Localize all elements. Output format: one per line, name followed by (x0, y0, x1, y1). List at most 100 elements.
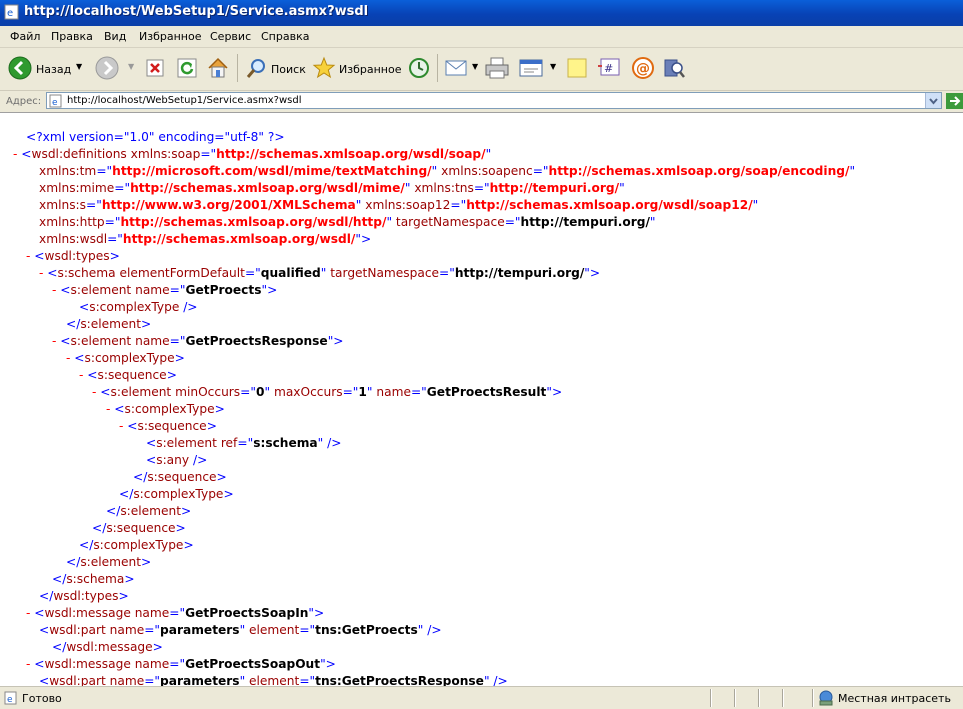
title-bar: e http://localhost/WebSetup1/Service.asm… (0, 0, 963, 26)
forward-arrow-icon[interactable] (95, 56, 119, 80)
xml-token: name (135, 334, 170, 348)
xml-token: http://schemas.xmlsoap.org/wsdl/http/ (120, 215, 387, 229)
menu-help[interactable]: Справка (261, 30, 309, 43)
xml-token: xmlns:s (39, 198, 87, 212)
menu-view[interactable]: Вид (104, 30, 126, 43)
print-icon[interactable] (484, 56, 510, 80)
history-icon[interactable] (407, 56, 431, 80)
address-dropdown-icon[interactable] (925, 93, 941, 108)
xml-token: =" (244, 266, 261, 280)
back-button[interactable]: Назад (36, 63, 71, 76)
xml-token: " (849, 164, 856, 178)
xml-token: "> (320, 657, 336, 671)
xml-token: name (109, 623, 145, 637)
xml-token: =" (342, 385, 359, 399)
menu-tools[interactable]: Сервис (210, 30, 251, 43)
forward-dropdown-icon[interactable]: ▼ (128, 62, 134, 71)
xml-token: =" (144, 674, 161, 686)
refresh-icon[interactable] (177, 58, 197, 78)
menu-favorites[interactable]: Избранное (139, 30, 201, 43)
xml-token: xmlns:soap12 (365, 198, 451, 212)
xml-token: "> (355, 232, 372, 246)
xml-line: <?xml version="1.0" encoding="utf-8" ?> (26, 129, 285, 146)
xml-document-view[interactable]: <?xml version="1.0" encoding="utf-8" ?> -… (0, 112, 963, 686)
xml-token: </ (39, 589, 54, 603)
svg-text:e: e (52, 98, 58, 108)
search-icon[interactable] (245, 56, 269, 80)
xml-token: name (135, 283, 170, 297)
status-separator (710, 689, 712, 707)
xml-token: =" (299, 674, 316, 686)
xml-token: s:element (70, 283, 136, 297)
xml-token: xmlns:tns (414, 181, 474, 195)
page-status-icon: e (4, 691, 17, 705)
mail-icon[interactable] (445, 58, 469, 78)
xml-token: < (114, 402, 125, 416)
xml-token: "> (327, 334, 344, 348)
xml-token: s:sequence (106, 521, 176, 535)
toolbar-separator (237, 54, 238, 82)
xml-line: <s:any /> (146, 452, 207, 469)
discuss-icon[interactable] (566, 57, 588, 79)
xml-line: - <wsdl:message name="GetProectsSoapOut"… (26, 656, 336, 673)
xml-token: > (174, 351, 185, 365)
xml-token: =" (410, 385, 427, 399)
back-dropdown-icon[interactable]: ▼ (76, 62, 82, 71)
xml-line: xmlns:http="http://schemas.xmlsoap.org/w… (39, 214, 656, 231)
xml-token: </ (133, 470, 148, 484)
xml-line: - <s:complexType> (66, 350, 185, 367)
xml-token: ref (220, 436, 238, 450)
xml-token: maxOccurs (273, 385, 343, 399)
xml-token: > (181, 504, 192, 518)
status-text: Готово (22, 692, 62, 705)
mail-dropdown-icon[interactable]: ▼ (472, 62, 478, 71)
xml-token: qualified (260, 266, 321, 280)
xml-token: " (649, 215, 656, 229)
edit-icon[interactable] (519, 58, 545, 78)
xml-token: GetProectsResult (426, 385, 547, 399)
favorites-button[interactable]: Избранное (339, 63, 401, 76)
menu-edit[interactable]: Правка (51, 30, 93, 43)
xml-token: <?xml version="1.0" encoding="utf-8" ?> (26, 130, 285, 144)
xml-token: " (485, 147, 492, 161)
back-arrow-icon[interactable] (8, 56, 32, 80)
xml-token: "> (546, 385, 563, 399)
menu-bar: Файл Правка Вид Избранное Сервис Справка (0, 26, 963, 48)
xml-token: parameters (160, 674, 240, 686)
xml-line: - <s:complexType> (106, 401, 225, 418)
xml-token: s:schema (66, 572, 125, 586)
xml-token: name (376, 385, 411, 399)
status-separator (812, 689, 814, 707)
xml-token: /> (192, 453, 208, 467)
stop-icon[interactable] (146, 59, 164, 77)
xml-token: s:element (120, 504, 182, 518)
xml-token: " (264, 385, 274, 399)
research-icon[interactable] (662, 56, 686, 80)
xml-token: "> (261, 283, 278, 297)
at-sign-icon[interactable]: @ (631, 56, 655, 80)
page-icon: e (49, 94, 62, 108)
xml-line: </s:complexType> (79, 537, 194, 554)
search-button[interactable]: Поиск (271, 63, 306, 76)
home-icon[interactable] (206, 56, 230, 80)
xml-token: =" (439, 266, 455, 280)
xml-token: > (166, 368, 177, 382)
xml-token: =" (169, 606, 186, 620)
menu-file[interactable]: Файл (10, 30, 40, 43)
address-url[interactable]: http://localhost/WebSetup1/Service.asmx?… (67, 95, 302, 106)
messenger-icon[interactable]: # (598, 56, 624, 80)
xml-token: tns:GetProectsResponse (315, 674, 484, 686)
xml-token: http://www.w3.org/2001/XMLSchema (101, 198, 356, 212)
xml-token: < (60, 334, 71, 348)
svg-text:e: e (7, 8, 13, 19)
xml-token: targetNamespace (395, 215, 505, 229)
go-arrow-icon[interactable] (946, 93, 963, 109)
favorites-star-icon[interactable] (312, 56, 336, 80)
edit-dropdown-icon[interactable]: ▼ (550, 62, 556, 71)
xml-token: < (127, 419, 138, 433)
address-field[interactable]: e http://localhost/WebSetup1/Service.asm… (46, 92, 942, 109)
xml-token: > (141, 555, 152, 569)
xml-token: " (752, 198, 759, 212)
xml-token: wsdl:part (49, 623, 110, 637)
xml-token: > (216, 470, 227, 484)
